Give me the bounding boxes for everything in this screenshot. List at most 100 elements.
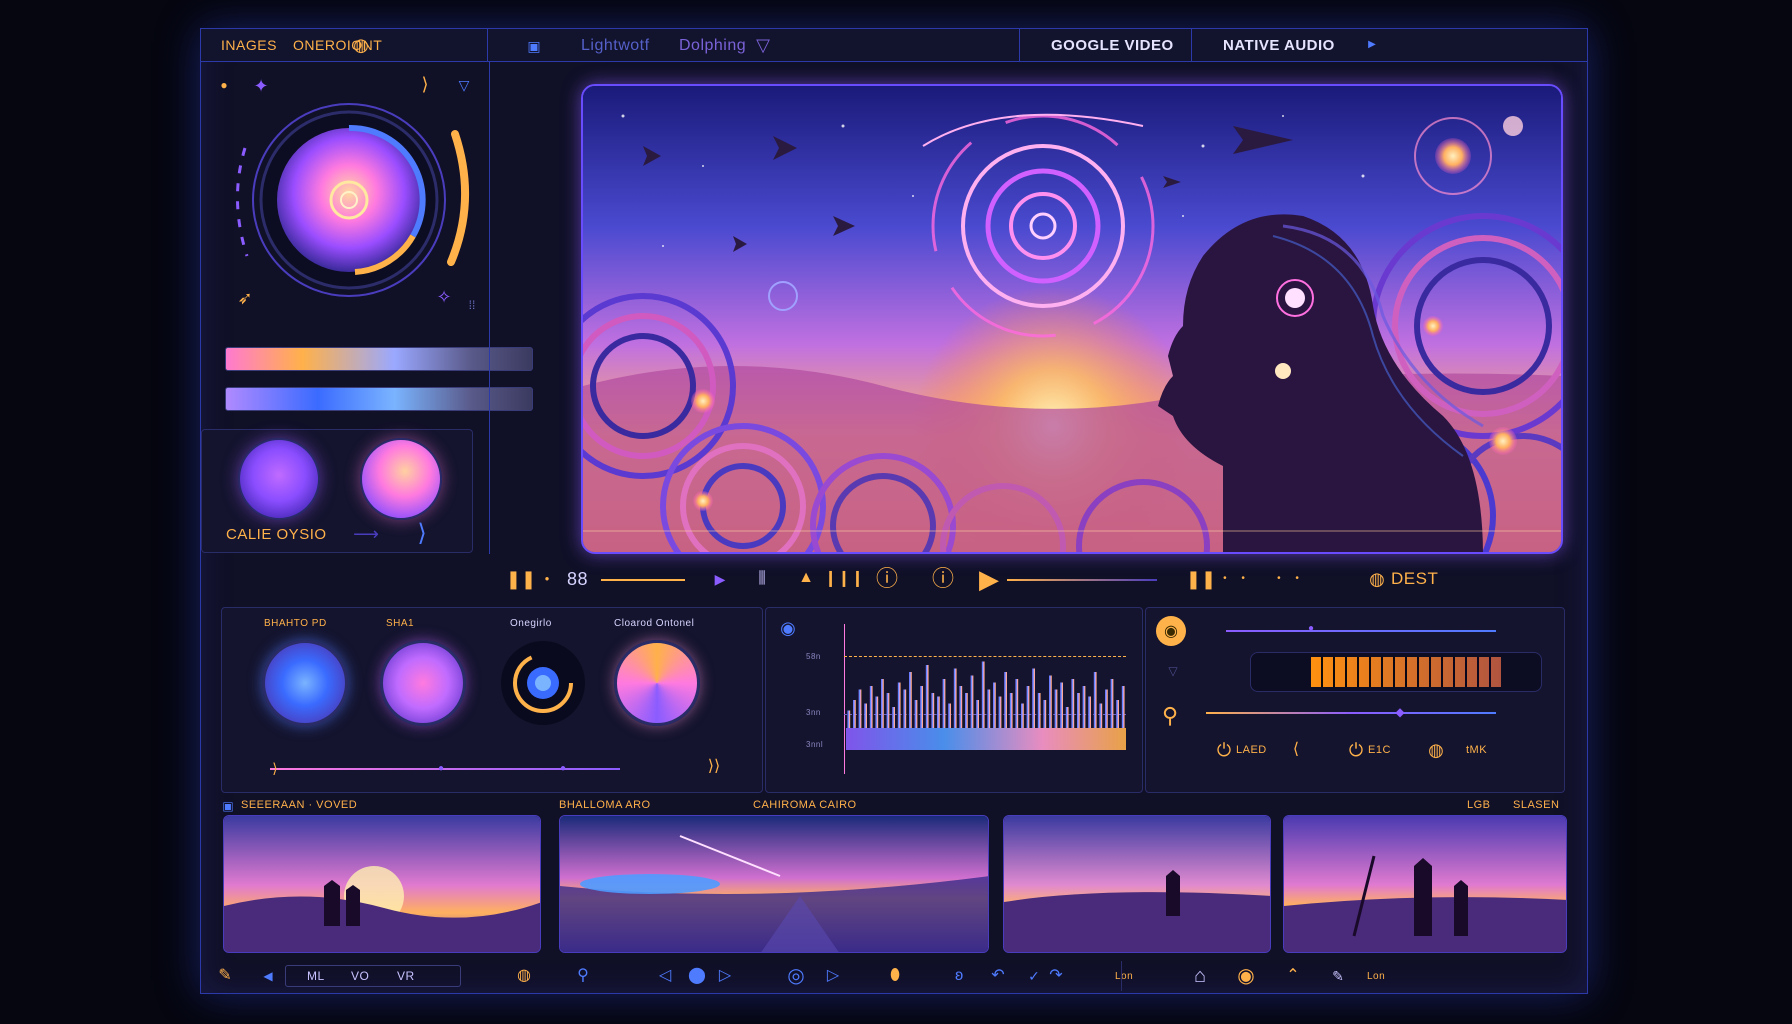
- left-disc-2[interactable]: [360, 438, 442, 520]
- triangle-icon[interactable]: ▽: [455, 76, 473, 94]
- slider-thumb-2[interactable]: ●: [558, 764, 568, 774]
- file-icon[interactable]: ▣: [525, 37, 543, 55]
- waveform-panel: ◉ 58n 3nn 3nnl: [765, 607, 1143, 793]
- bars-icon[interactable]: ❙❙❙: [824, 569, 864, 589]
- frames-icon[interactable]: ⫼: [751, 569, 773, 589]
- home-icon[interactable]: ⌂: [1189, 965, 1211, 987]
- back-icon[interactable]: ⟨: [1286, 740, 1306, 760]
- waveform-graph[interactable]: [846, 658, 1126, 750]
- chevron-down-icon-2[interactable]: ▽: [1166, 664, 1180, 678]
- top-slider[interactable]: [1226, 630, 1496, 632]
- mixer-knob-3[interactable]: [498, 638, 588, 728]
- power-icon-2[interactable]: ⏻: [1346, 740, 1366, 760]
- control-label-2: E1C: [1368, 744, 1391, 756]
- triangle-up-icon[interactable]: ▲: [797, 569, 815, 587]
- tab-images[interactable]: INAGES: [221, 37, 277, 53]
- waveform-bar: [998, 696, 1002, 728]
- undo-icon[interactable]: ↶: [989, 967, 1007, 985]
- light-icon[interactable]: ◉: [1156, 616, 1186, 646]
- pause-icon-2[interactable]: ❚❚: [1186, 569, 1216, 589]
- drop-icon-2[interactable]: ⬮: [887, 967, 903, 985]
- mixer-knob-4[interactable]: [614, 640, 700, 726]
- progress-track[interactable]: [1007, 579, 1157, 581]
- mixer-knob-1[interactable]: [262, 640, 348, 726]
- chevron-right-icon[interactable]: ▶: [1367, 38, 1377, 52]
- forward-icon[interactable]: ⟩: [410, 522, 434, 546]
- ear-icon[interactable]: ʚ: [951, 967, 967, 985]
- record-icon[interactable]: ◍: [353, 36, 369, 54]
- search-icon[interactable]: ⚲: [1158, 704, 1182, 728]
- check-icon[interactable]: ✓: [1025, 967, 1043, 985]
- redo-icon[interactable]: ↷: [1047, 967, 1065, 985]
- waveform-bar: [925, 665, 929, 728]
- info-icon-2[interactable]: ⓘ: [931, 567, 955, 591]
- search-left-label[interactable]: Lightwotf: [581, 37, 650, 55]
- waveform-bar: [1026, 686, 1030, 728]
- arrow-icon[interactable]: ➶: [235, 289, 255, 307]
- power-icon[interactable]: ⏻: [1214, 740, 1234, 760]
- bottom-slider[interactable]: [1206, 712, 1496, 714]
- brush-icon[interactable]: ✎: [217, 967, 233, 985]
- dest-label[interactable]: DEST: [1391, 569, 1438, 589]
- tab-native-audio[interactable]: NATIVE AUDIO: [1223, 37, 1335, 54]
- waveform-bar: [1037, 693, 1041, 728]
- chevron-right-icon-2[interactable]: ⟩: [268, 760, 282, 776]
- dot-icon[interactable]: ●: [217, 78, 231, 92]
- chevron-icon[interactable]: ⟩: [415, 74, 435, 94]
- top-slider-thumb[interactable]: ●: [1306, 624, 1316, 634]
- waveform-bar: [1009, 693, 1013, 728]
- pen-icon[interactable]: ✎: [1329, 967, 1347, 985]
- clip-thumbnail-4[interactable]: [1283, 815, 1567, 953]
- scrub-track[interactable]: [601, 579, 685, 581]
- waveform-bar: [1004, 672, 1007, 728]
- pause-icon[interactable]: ❚❚: [506, 569, 536, 589]
- chevron-down-icon[interactable]: ▽: [755, 36, 771, 54]
- next-icon[interactable]: ▷: [717, 967, 733, 985]
- waveform-bar: [1077, 693, 1080, 728]
- record-icon-5[interactable]: ◉: [1235, 965, 1257, 987]
- track-label-3[interactable]: VR: [397, 969, 415, 983]
- tab-google-video[interactable]: GOOGLE VIDEO: [1051, 37, 1174, 54]
- film-icon[interactable]: ▣: [221, 799, 235, 813]
- play-icon-2[interactable]: ▷: [825, 967, 841, 985]
- back-icon-2[interactable]: ◀: [261, 969, 275, 983]
- mixer-knob-2[interactable]: [380, 640, 466, 726]
- search-right-label[interactable]: Dolphing: [679, 37, 746, 55]
- sparkle-icon-2[interactable]: ✧: [435, 288, 453, 306]
- marker-icon[interactable]: ⚲: [575, 967, 591, 985]
- arrow-right-icon[interactable]: ⟶: [346, 525, 386, 543]
- track-label-2[interactable]: VO: [351, 969, 369, 983]
- clip-thumbnail-2[interactable]: [559, 815, 989, 953]
- prev-icon[interactable]: ◁: [657, 967, 673, 985]
- gradient-bar-cool[interactable]: [225, 387, 533, 411]
- gradient-bar-warm[interactable]: [225, 347, 533, 371]
- waveform-bar: [847, 710, 851, 728]
- bottom-slider-thumb[interactable]: ◆: [1394, 706, 1406, 718]
- record-icon-2[interactable]: ◍: [1367, 569, 1387, 589]
- waveform-bar: [1088, 696, 1091, 728]
- drop-icon[interactable]: ⬤: [688, 967, 706, 985]
- play-button[interactable]: ▶: [975, 565, 1003, 593]
- cable-panel: CALIE OYSIO ⟶ ⟩: [201, 429, 473, 553]
- record-icon-3[interactable]: ◍: [1426, 740, 1446, 760]
- left-disc-1[interactable]: [238, 438, 320, 520]
- target-icon[interactable]: ◎: [785, 965, 807, 987]
- main-video-viewer[interactable]: [581, 84, 1563, 554]
- waveform-bar: [942, 679, 946, 728]
- sparkle-icon[interactable]: ✦: [251, 76, 271, 96]
- record-icon-4[interactable]: ◍: [515, 967, 533, 985]
- clip-thumbnail-3[interactable]: [1003, 815, 1271, 953]
- play-small-icon[interactable]: ▶: [713, 571, 727, 587]
- footer-label-end: Lon: [1367, 971, 1386, 982]
- chevron-up-icon[interactable]: ⌃: [1283, 967, 1303, 985]
- slider-thumb[interactable]: ●: [436, 764, 446, 774]
- waveform-bar: [1054, 689, 1058, 728]
- color-dial[interactable]: [215, 96, 485, 316]
- fast-forward-icon[interactable]: ⟩⟩: [702, 758, 726, 776]
- info-icon[interactable]: ⓘ: [875, 567, 899, 591]
- grid-icon[interactable]: ⁞⁞: [465, 298, 479, 312]
- track-label-1[interactable]: ML: [307, 969, 325, 983]
- clip-thumbnail-1[interactable]: [223, 815, 541, 953]
- settings-icon[interactable]: ◉: [778, 618, 798, 638]
- waveform-bar: [976, 700, 979, 728]
